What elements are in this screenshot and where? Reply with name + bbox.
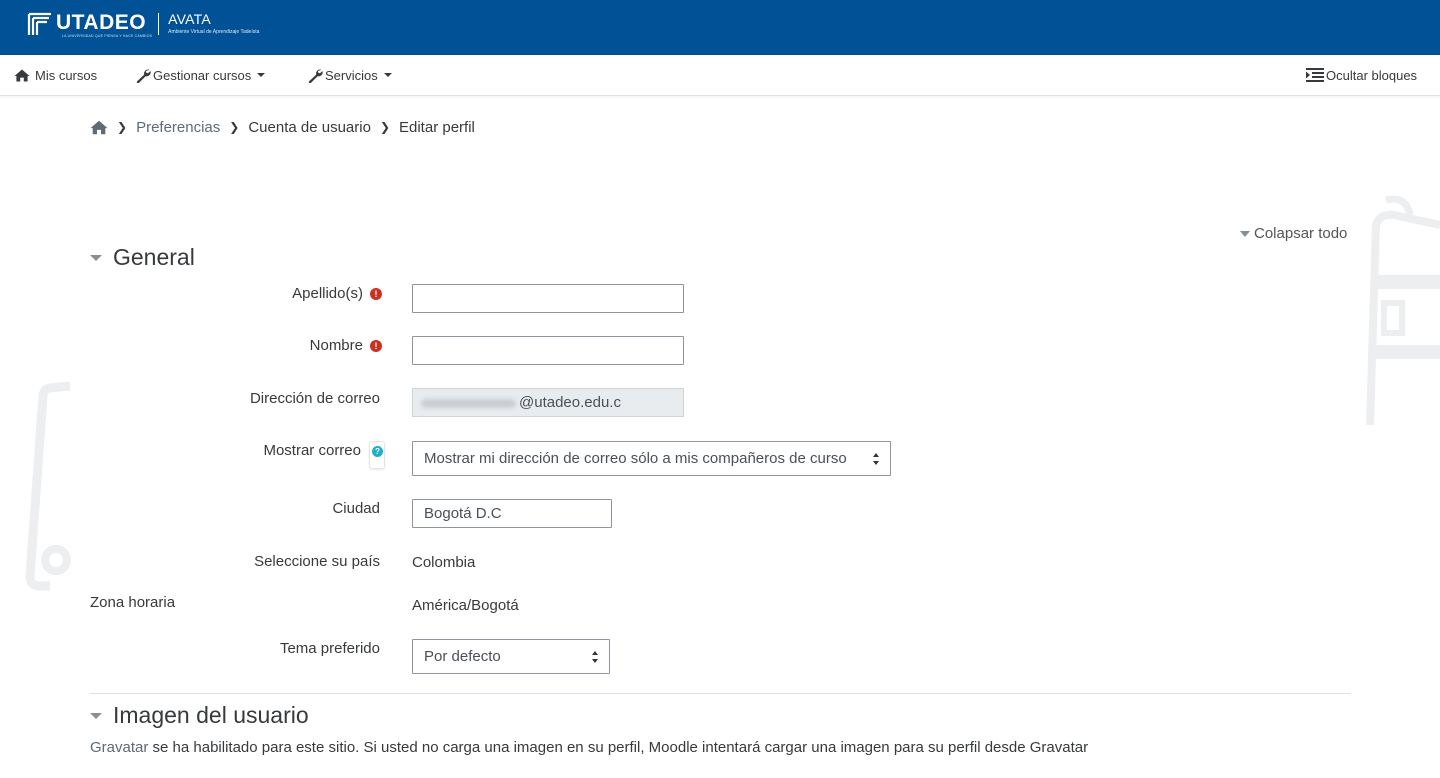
country-label: Seleccione su país	[254, 553, 380, 570]
brand-divider	[158, 13, 160, 35]
product-name: AVATA	[168, 11, 211, 27]
email-field: @utadeo.edu.c	[412, 388, 684, 417]
wrench-icon	[136, 69, 151, 83]
collapse-all-link[interactable]: Colapsar todo	[1240, 225, 1347, 242]
required-icon: !	[370, 288, 382, 300]
breadcrumb-preferencias[interactable]: Preferencias	[136, 119, 220, 136]
maildisplay-label: Mostrar correo	[263, 442, 361, 459]
section-user-image-title: Imagen del usuario	[113, 702, 309, 728]
question-icon: ?	[372, 446, 383, 457]
brand-name: UTADEO	[56, 11, 147, 34]
lastname-label-text: Apellido(s)	[292, 285, 363, 302]
collapse-all-label: Colapsar todo	[1254, 225, 1348, 242]
top-navbar: Mis cursos Gestionar cursos Servicios Oc…	[0, 55, 1440, 96]
product-subtitle: Ambiente Virtual de Aprendizaje Tadeísta	[168, 29, 260, 35]
hide-blocks-button[interactable]: Ocultar bloques	[1306, 55, 1417, 95]
theme-label: Tema preferido	[279, 640, 380, 657]
wrench-icon	[308, 69, 323, 83]
chevron-right-icon: ❯	[117, 120, 128, 134]
chevron-down-icon	[257, 73, 266, 77]
brand-header: UTADEO LA UNIVERSIDAD QUE PIENSA Y HACE …	[0, 0, 1440, 55]
background-decoration-right	[1366, 195, 1440, 426]
firstname-label-text: Nombre	[309, 337, 363, 354]
gravatar-notice-text: se ha habilitado para este sitio. Si ust…	[148, 739, 1089, 756]
city-value: Bogotá D.C	[424, 505, 502, 522]
timezone-label: Zona horaria	[90, 594, 176, 611]
theme-select[interactable]: Por defecto	[412, 639, 610, 674]
select-arrows-icon	[873, 453, 879, 465]
background-decoration-left	[25, 381, 71, 591]
chevron-right-icon: ❯	[379, 120, 390, 134]
nav-mis-cursos-label: Mis cursos	[35, 67, 98, 83]
email-value: @utadeo.edu.c	[519, 394, 621, 411]
redacted-text	[421, 399, 516, 408]
timezone-value: América/Bogotá	[412, 597, 519, 614]
caret-down-icon	[90, 712, 102, 719]
chevron-right-icon: ❯	[229, 120, 240, 134]
gravatar-link[interactable]: Gravatar	[90, 739, 148, 756]
city-input[interactable]: Bogotá D.C	[412, 499, 612, 528]
section-user-image-toggle[interactable]: Imagen del usuario	[90, 702, 309, 729]
help-button[interactable]: ?	[369, 441, 385, 469]
lastname-input[interactable]	[412, 284, 684, 313]
breadcrumb: ❯ Preferencias ❯ Cuenta de usuario ❯ Edi…	[90, 117, 475, 137]
breadcrumb-editar-perfil: Editar perfil	[399, 118, 475, 136]
utadeo-logo-icon	[27, 12, 51, 35]
caret-down-icon	[1240, 230, 1250, 237]
hide-blocks-label: Ocultar bloques	[1326, 67, 1418, 83]
firstname-label: Nombre!	[310, 337, 382, 354]
home-icon	[14, 69, 30, 81]
indent-icon	[1306, 68, 1324, 82]
firstname-input[interactable]	[412, 336, 684, 365]
utadeo-logo[interactable]: UTADEO LA UNIVERSIDAD QUE PIENSA Y HACE …	[27, 12, 259, 38]
select-arrows-icon	[592, 651, 598, 663]
section-general-toggle[interactable]: General	[90, 244, 195, 271]
city-label: Ciudad	[332, 500, 380, 517]
theme-value: Por defecto	[424, 648, 501, 665]
nav-gestionar-cursos[interactable]: Gestionar cursos	[136, 55, 266, 95]
avata-logo: AVATA Ambiente Virtual de Aprendizaje Ta…	[168, 12, 259, 35]
chevron-down-icon	[383, 73, 392, 77]
section-general-title: General	[113, 244, 195, 270]
maildisplay-select[interactable]: Mostrar mi dirección de correo sólo a mi…	[412, 441, 891, 476]
nav-gestionar-cursos-label: Gestionar cursos	[153, 67, 252, 83]
maildisplay-value: Mostrar mi dirección de correo sólo a mi…	[424, 450, 847, 467]
caret-down-icon	[90, 254, 102, 261]
home-icon[interactable]	[90, 120, 108, 135]
nav-mis-cursos[interactable]: Mis cursos	[14, 55, 97, 95]
breadcrumb-cuenta-usuario[interactable]: Cuenta de usuario	[248, 119, 371, 136]
nav-servicios[interactable]: Servicios	[308, 55, 392, 95]
required-icon: !	[370, 340, 382, 352]
gravatar-notice: Gravatar se ha habilitado para este siti…	[90, 739, 1088, 756]
country-value: Colombia	[412, 554, 476, 571]
section-divider	[90, 693, 1351, 694]
brand-tagline: LA UNIVERSIDAD QUE PIENSA Y HACE CAMBIOS	[62, 34, 153, 38]
nav-servicios-label: Servicios	[325, 67, 378, 83]
email-label: Dirección de correo	[249, 390, 380, 407]
lastname-label: Apellido(s)!	[292, 285, 382, 302]
